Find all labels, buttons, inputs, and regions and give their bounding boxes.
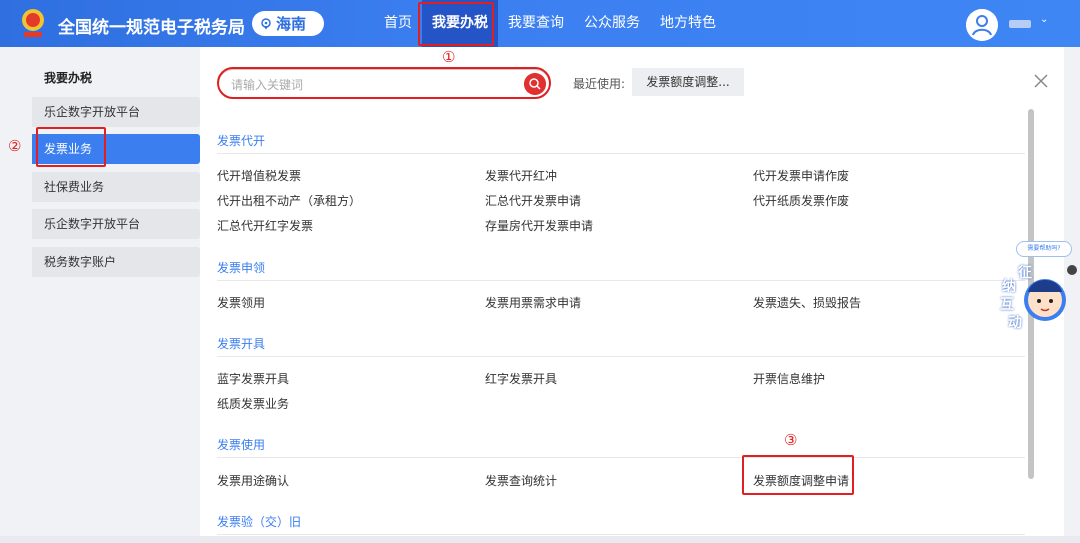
- helper-char-na: 纳: [1002, 279, 1016, 295]
- recent-item-chip[interactable]: 发票额度调整...: [632, 68, 744, 96]
- assistant-widget[interactable]: 征 纳 互 动: [996, 262, 1074, 334]
- tax-emblem-logo[interactable]: [18, 7, 48, 39]
- link-invoice-collect[interactable]: 发票领用: [217, 294, 265, 311]
- nav-tax-handling[interactable]: 我要办税: [422, 0, 498, 47]
- link-invoice-quota-adjust[interactable]: 发票额度调整申请: [753, 472, 849, 489]
- link-agent-void-application[interactable]: 代开发票申请作废: [753, 167, 849, 184]
- menu-panel: 最近使用: 发票额度调整... 发票代开 代开增值税发票 发票代开红冲 代开发票…: [200, 47, 1064, 543]
- link-agent-paper-void[interactable]: 代开纸质发票作废: [753, 192, 849, 209]
- close-icon[interactable]: [1032, 72, 1050, 90]
- sidebar-item-tax-account[interactable]: 税务数字账户: [32, 247, 200, 277]
- step-marker-1: ①: [442, 48, 456, 66]
- link-summary-red-invoice[interactable]: 汇总代开红字发票: [217, 217, 313, 234]
- left-sidebar: 我要办税 乐企数字开放平台 发票业务 社保费业务 乐企数字开放平台 税务数字账户: [32, 47, 200, 543]
- background-page-strip: [0, 536, 1080, 543]
- divider: [217, 356, 1025, 357]
- main-nav: 首页 我要办税 我要查询 公众服务 地方特色: [374, 0, 726, 47]
- divider: [217, 280, 1025, 281]
- sidebar-item-invoice[interactable]: 发票业务: [32, 134, 200, 164]
- link-red-invoice[interactable]: 红字发票开具: [485, 370, 557, 387]
- link-agent-red-reversal[interactable]: 发票代开红冲: [485, 167, 557, 184]
- site-title[interactable]: 全国统一规范电子税务局: [58, 13, 245, 38]
- link-invoice-query-stats[interactable]: 发票查询统计: [485, 472, 557, 489]
- section-title-invoice-issue: 发票开具: [217, 337, 266, 351]
- link-blue-invoice[interactable]: 蓝字发票开具: [217, 370, 289, 387]
- link-invoice-demand[interactable]: 发票用票需求申请: [485, 294, 581, 311]
- chevron-down-icon[interactable]: ⌄: [1040, 14, 1048, 25]
- recent-label: 最近使用:: [573, 77, 626, 91]
- sidebar-title: 我要办税: [44, 71, 93, 85]
- helper-char-hu: 互: [1000, 297, 1014, 313]
- section-title-invoice-use: 发票使用: [217, 438, 266, 452]
- sidebar-item-leqi-platform[interactable]: 乐企数字开放平台: [32, 97, 200, 127]
- region-selector[interactable]: 海南: [252, 11, 324, 36]
- link-existing-house-invoice[interactable]: 存量房代开发票申请: [485, 217, 593, 234]
- link-agent-rental-property[interactable]: 代开出租不动产（承租方）: [217, 192, 361, 209]
- step-marker-2: ②: [8, 137, 22, 155]
- helper-char-zheng: 征: [1018, 265, 1032, 281]
- top-header: 全国统一规范电子税务局 海南 首页 我要办税 我要查询 公众服务 地方特色 ⌄: [0, 0, 1080, 47]
- search-icon[interactable]: [524, 73, 546, 95]
- nav-query[interactable]: 我要查询: [498, 0, 574, 47]
- link-invoice-purpose-confirm[interactable]: 发票用途确认: [217, 472, 289, 489]
- section-title-invoice-issuing-agent: 发票代开: [217, 134, 266, 148]
- search-box: [218, 69, 550, 99]
- region-label: 海南: [276, 15, 307, 33]
- helper-char-dong: 动: [1008, 315, 1022, 331]
- divider: [217, 153, 1025, 154]
- helper-bubble[interactable]: 需要帮助吗?: [1016, 241, 1072, 257]
- user-name-masked[interactable]: [1009, 20, 1031, 28]
- step-marker-3: ③: [784, 431, 798, 449]
- link-invoice-info-maintain[interactable]: 开票信息维护: [753, 370, 825, 387]
- location-pin-icon: [261, 17, 271, 29]
- nav-public-service[interactable]: 公众服务: [574, 0, 650, 47]
- link-agent-vat-invoice[interactable]: 代开增值税发票: [217, 167, 301, 184]
- section-title-invoice-application: 发票申领: [217, 261, 266, 275]
- link-summary-agent-application[interactable]: 汇总代开发票申请: [485, 192, 581, 209]
- section-title-invoice-verify-old: 发票验（交）旧: [217, 515, 302, 529]
- divider: [217, 534, 1025, 535]
- sidebar-item-social-insurance[interactable]: 社保费业务: [32, 172, 200, 202]
- divider: [217, 457, 1025, 458]
- close-icon[interactable]: [1067, 265, 1077, 275]
- sidebar-item-leqi-platform-2[interactable]: 乐企数字开放平台: [32, 209, 200, 239]
- search-input[interactable]: [231, 76, 511, 94]
- nav-local-features[interactable]: 地方特色: [650, 0, 726, 47]
- nav-home[interactable]: 首页: [374, 0, 422, 47]
- link-invoice-loss-report[interactable]: 发票遗失、损毁报告: [753, 294, 861, 311]
- link-paper-invoice-business[interactable]: 纸质发票业务: [217, 395, 289, 412]
- user-avatar-icon[interactable]: [966, 9, 998, 41]
